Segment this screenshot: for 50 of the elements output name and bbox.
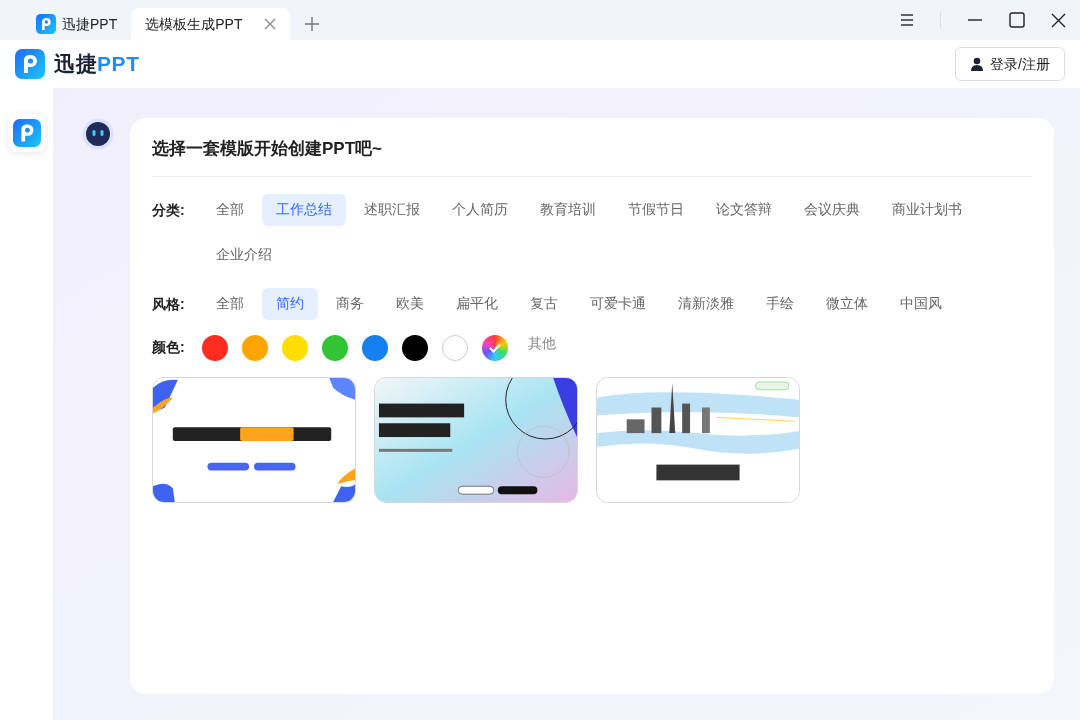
filter-option[interactable]: 述职汇报 (350, 193, 434, 226)
tab[interactable]: 迅捷PPT (22, 8, 132, 40)
filter-option[interactable]: 全部 (202, 287, 258, 320)
filter-option[interactable]: 可爱卡通 (576, 287, 660, 320)
login-button[interactable]: 登录/注册 (955, 47, 1065, 81)
app-logo-icon (15, 49, 45, 79)
filter-option[interactable]: 微立体 (812, 287, 882, 320)
filter-option[interactable]: 节假节日 (614, 193, 698, 226)
filter-label: 风格: (152, 294, 186, 314)
close-icon[interactable] (1051, 12, 1066, 28)
new-tab-icon[interactable] (304, 16, 321, 32)
maximize-icon[interactable] (1009, 12, 1025, 28)
app-logo-icon (36, 14, 56, 34)
filter-option[interactable]: 工作总结 (262, 193, 346, 226)
sidebar-item[interactable] (7, 114, 46, 152)
app-logo-icon (12, 119, 41, 147)
filter-option[interactable]: 复古 (516, 287, 572, 320)
filter-option[interactable]: 企业介绍 (202, 238, 286, 271)
robot-icon (82, 118, 114, 150)
filter-option[interactable]: 论文答辩 (702, 193, 786, 226)
menu-icon[interactable] (900, 13, 914, 27)
user-icon (970, 57, 985, 71)
color-swatch[interactable] (482, 334, 508, 361)
color-swatch[interactable] (362, 334, 388, 361)
color-swatch[interactable] (242, 334, 268, 361)
filter-option[interactable]: 商业计划书 (878, 193, 976, 226)
check-icon (489, 342, 501, 353)
close-tab-icon[interactable] (264, 18, 277, 30)
filter-option[interactable]: 手绘 (752, 287, 808, 320)
tab[interactable]: 选模板生成PPT (131, 8, 291, 40)
color-swatch[interactable] (402, 334, 428, 361)
filter-option[interactable]: 商务 (322, 287, 378, 320)
color-swatch[interactable] (442, 334, 468, 361)
filter-option[interactable]: 中国风 (886, 287, 956, 320)
filter-option[interactable]: 简约 (262, 287, 318, 320)
filter-option[interactable]: 个人简历 (438, 193, 522, 226)
filter-option[interactable]: 会议庆典 (790, 193, 874, 226)
app-name: 迅捷PPT (54, 51, 140, 78)
filter-option[interactable]: 全部 (202, 193, 258, 226)
filter-option[interactable]: 扁平化 (442, 287, 512, 320)
filter-option[interactable]: 清新淡雅 (664, 287, 748, 320)
prompt-title: 选择一套模版开始创建PPT吧~ (152, 139, 382, 158)
color-swatch[interactable] (322, 334, 348, 361)
color-swatch[interactable] (282, 334, 308, 361)
filter-label: 颜色: (152, 338, 186, 357)
other-color-option[interactable]: 其他 (528, 333, 556, 354)
filter-option[interactable]: 欧美 (382, 287, 438, 320)
filter-label: 分类: (152, 200, 186, 220)
filter-option[interactable]: 教育培训 (526, 193, 610, 226)
color-swatch[interactable] (202, 334, 228, 361)
